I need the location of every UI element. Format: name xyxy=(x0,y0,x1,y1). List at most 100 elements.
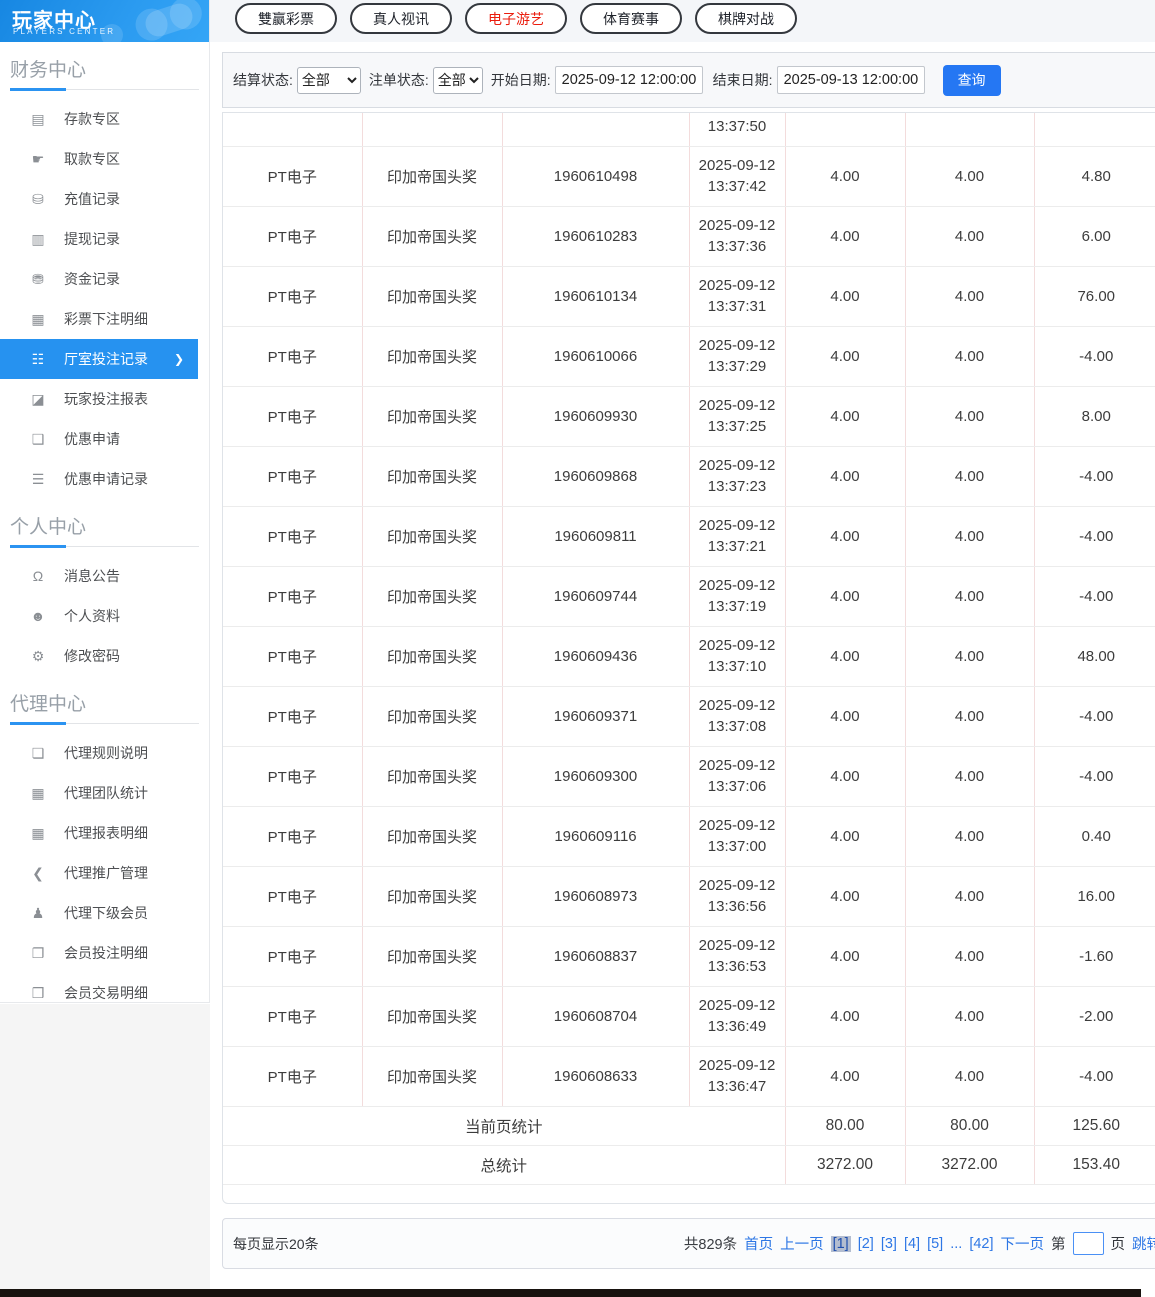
tab-雙赢彩票[interactable]: 雙赢彩票 xyxy=(235,3,337,34)
bet-time: 13:37:08 xyxy=(707,718,767,735)
bet-records-table: 13:37:50 PT电子 印加帝国头奖 1960610498 2025-09-12 13… xyxy=(223,113,1155,1185)
page-link-4[interactable]: [4] xyxy=(904,1236,920,1252)
tab-体育赛事[interactable]: 体育赛事 xyxy=(580,3,682,34)
bet-date: 2025-09-12 xyxy=(698,997,776,1014)
bet-date: 2025-09-12 xyxy=(698,877,776,894)
cell-order-number: 1960608633 xyxy=(502,1046,690,1107)
sidebar-item-recharge-record[interactable]: ⛁ 充值记录 xyxy=(0,179,209,219)
jump-go-link[interactable]: 跳转 xyxy=(1132,1233,1155,1254)
end-date-input[interactable] xyxy=(776,66,925,94)
prev-page-link[interactable]: 上一页 xyxy=(780,1233,824,1254)
sidebar-item-member-transaction-detail[interactable]: ❒ 会员交易明细 xyxy=(0,973,209,1013)
table-row: PT电子 印加帝国头奖 1960609300 2025-09-12 13:37:06 4.… xyxy=(223,746,1155,807)
cell-winloss: -4.00 xyxy=(1034,506,1155,567)
page-link-2[interactable]: [2] xyxy=(858,1236,874,1252)
bet-date: 2025-09-12 xyxy=(698,397,776,414)
deposit-card-icon: ▤ xyxy=(31,110,45,127)
page-link-1[interactable]: [1] xyxy=(830,1235,851,1252)
sidebar-section-title: 财务中心 xyxy=(10,60,87,81)
sidebar-item-agent-team-stats[interactable]: ▦ 代理团队统计 xyxy=(0,773,209,813)
recharge-record-icon: ⛁ xyxy=(32,190,44,207)
sidebar-item-agent-report-detail[interactable]: ▦ 代理报表明细 xyxy=(0,813,209,853)
sidebar-item-promo-apply[interactable]: ❑ 优惠申请 xyxy=(0,419,209,459)
cell-bet-time: 2025-09-12 13:37:00 xyxy=(689,806,786,867)
sidebar-item-label: 会员投注明细 xyxy=(64,945,148,961)
cell-game-type: PT电子 xyxy=(223,1046,363,1107)
sidebar-item-lottery-bet-detail[interactable]: ▦ 彩票下注明细 xyxy=(0,299,209,339)
bet-time: 13:37:31 xyxy=(707,298,767,315)
sidebar-item-agent-rules-doc[interactable]: ❏ 代理规则说明 xyxy=(0,733,209,773)
total-summary-label: 总统计 xyxy=(223,1145,786,1185)
cell-valid-bet: 4.00 xyxy=(905,326,1035,387)
cell-order-number: 1960609811 xyxy=(502,506,690,567)
table-row: PT电子 印加帝国头奖 1960610134 2025-09-12 13:37:31 4.… xyxy=(223,266,1155,327)
cell-game-name: 印加帝国头奖 xyxy=(362,446,503,507)
agent-report-detail-icon: ▦ xyxy=(31,824,45,841)
sidebar-item-player-bet-report[interactable]: ◪ 玩家投注报表 xyxy=(0,379,209,419)
page-ellipsis: ... xyxy=(950,1235,963,1252)
cell-winloss: -4.00 xyxy=(1034,1046,1155,1107)
jump-page-input[interactable] xyxy=(1072,1232,1104,1255)
cell-valid-bet: 4.00 xyxy=(905,266,1035,327)
tab-真人视讯[interactable]: 真人视讯 xyxy=(350,3,452,34)
cell-winloss: 76.00 xyxy=(1034,266,1155,327)
end-date-label: 结束日期: xyxy=(712,72,773,88)
search-button[interactable]: 查询 xyxy=(942,64,1001,96)
sidebar-item-funds-record[interactable]: ⛃ 资金记录 xyxy=(0,259,209,299)
sidebar-item-agent-promotion-share[interactable]: ❮ 代理推广管理 xyxy=(0,853,209,893)
sidebar-item-label: 代理规则说明 xyxy=(64,745,148,761)
page-link-3[interactable]: [3] xyxy=(881,1236,897,1252)
sidebar-item-profile-person[interactable]: ☻ 个人资料 xyxy=(0,596,209,636)
sidebar-item-agent-sub-members[interactable]: ♟ 代理下级会员 xyxy=(0,893,209,933)
sidebar-item-promo-apply-record[interactable]: ☰ 优惠申请记录 xyxy=(0,459,209,499)
cell-valid-bet: 4.00 xyxy=(905,446,1035,507)
sidebar-item-member-bet-detail[interactable]: ❐ 会员投注明细 xyxy=(0,933,209,973)
settle-status-select[interactable]: 全部 xyxy=(296,66,361,94)
bet-records-table-panel: 13:37:50 PT电子 印加帝国头奖 1960610498 2025-09-12 13… xyxy=(222,112,1155,1204)
bet-time: 13:37:19 xyxy=(707,598,767,615)
bet-date: 2025-09-12 xyxy=(698,157,776,174)
cell-valid-bet: 4.00 xyxy=(905,866,1035,927)
page-link-42[interactable]: [42] xyxy=(969,1236,993,1252)
member-bet-detail-icon: ❐ xyxy=(31,944,45,961)
promo-apply-icon: ❑ xyxy=(31,430,45,447)
cell-bet-amount: 4.00 xyxy=(785,386,906,447)
table-row: PT电子 印加帝国头奖 1960608704 2025-09-12 13:36:49 4.… xyxy=(223,986,1155,1047)
bet-time: 13:37:25 xyxy=(707,418,767,435)
agent-sub-members-icon: ♟ xyxy=(31,904,45,921)
sidebar-item-announcement-bell[interactable]: Ω 消息公告 xyxy=(0,556,209,596)
next-page-link[interactable]: 下一页 xyxy=(1001,1233,1045,1254)
sidebar-item-withdraw-hand[interactable]: ☛ 取款专区 xyxy=(0,139,209,179)
start-date-input[interactable] xyxy=(554,66,703,94)
sidebar-item-label: 会员交易明细 xyxy=(64,985,148,1001)
sidebar-item-label: 代理推广管理 xyxy=(64,865,148,881)
page-link-5[interactable]: [5] xyxy=(927,1236,943,1252)
section-underline xyxy=(10,722,199,725)
total-summary-winloss: 153.40 xyxy=(1034,1145,1155,1185)
sidebar-item-deposit-card[interactable]: ▤ 存款专区 xyxy=(0,99,209,139)
sidebar-item-withdrawal-record[interactable]: ▥ 提现记录 xyxy=(0,219,209,259)
table-row: PT电子 印加帝国头奖 1960608837 2025-09-12 13:36:53 4.… xyxy=(223,926,1155,987)
jump-suffix-label: 页 xyxy=(1110,1237,1126,1253)
announcement-bell-icon: Ω xyxy=(32,568,44,584)
tab-电子游艺[interactable]: 电子游艺 xyxy=(465,3,567,34)
first-page-link[interactable]: 首页 xyxy=(744,1233,773,1254)
order-status-select[interactable]: 全部 xyxy=(432,66,483,94)
cell-order-number: 1960609436 xyxy=(502,626,690,687)
start-date-label: 开始日期: xyxy=(490,72,551,88)
sidebar-item-hall-bet-record[interactable]: ☷ 厅室投注记录 ❯ xyxy=(0,339,198,379)
page-summary-label: 当前页统计 xyxy=(223,1106,786,1146)
cell-empty xyxy=(362,113,503,147)
bet-date: 2025-09-12 xyxy=(698,817,776,834)
bottom-taskbar-strip xyxy=(0,1289,1141,1297)
cell-game-name: 印加帝国头奖 xyxy=(362,146,503,207)
cell-winloss: 8.00 xyxy=(1034,386,1155,447)
cell-valid-bet: 4.00 xyxy=(905,1046,1035,1107)
tab-棋牌对战[interactable]: 棋牌对战 xyxy=(695,3,797,34)
promo-apply-record-icon: ☰ xyxy=(31,470,45,487)
cell-bet-amount: 4.00 xyxy=(785,926,906,987)
bet-time: 13:36:47 xyxy=(707,1078,767,1095)
cell-winloss: 0.40 xyxy=(1034,806,1155,867)
cell-bet-time: 2025-09-12 13:37:23 xyxy=(689,446,786,507)
sidebar-item-change-password-gear[interactable]: ⚙ 修改密码 xyxy=(0,636,209,676)
